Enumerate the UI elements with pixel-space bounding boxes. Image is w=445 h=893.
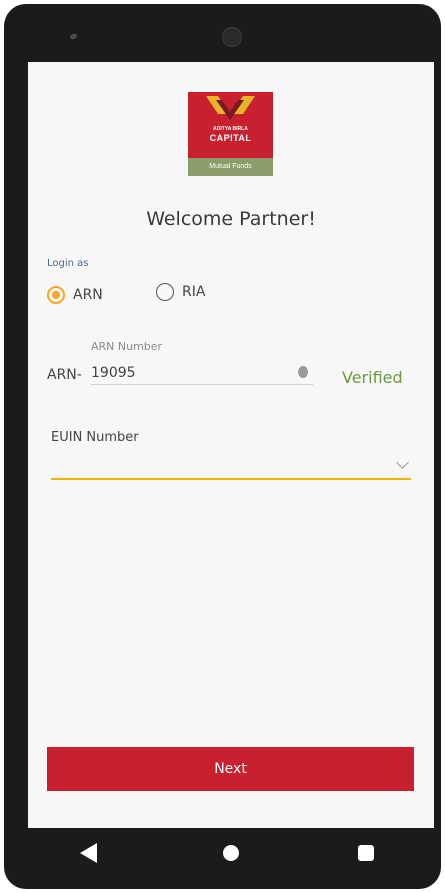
brand-logo: ADITYA BIRLA CAPITAL Mutual Funds [188,92,273,176]
arn-number-input[interactable] [91,362,313,385]
radio-ria-label: RIA [182,284,206,300]
page-title: Welcome Partner! [146,208,316,230]
radio-arn-label: ARN [73,287,103,303]
home-icon[interactable] [223,845,239,861]
radio-option-ria[interactable]: RIA [156,283,205,301]
logo-text-line2: CAPITAL [209,133,252,143]
login-as-label: Login as [47,258,89,269]
arn-field-label: ARN Number [91,340,163,353]
android-nav-bar [28,828,434,880]
verified-status: Verified [342,368,403,387]
recent-apps-icon[interactable] [358,845,374,861]
chevron-down-icon [396,456,409,469]
logo-sunburst-icon [206,96,255,120]
clear-icon[interactable] [298,366,308,378]
app-screen: ADITYA BIRLA CAPITAL Mutual Funds Welcom… [28,62,434,828]
radio-ria[interactable] [156,283,174,301]
radio-option-arn[interactable]: ARN [47,283,103,307]
euin-number-dropdown[interactable] [51,452,411,480]
next-button[interactable]: Next [47,747,414,791]
front-camera [222,27,242,47]
radio-arn[interactable] [47,286,65,304]
phone-frame: ADITYA BIRLA CAPITAL Mutual Funds Welcom… [4,4,441,889]
logo-subtitle: Mutual Funds [188,158,273,176]
speaker [69,32,78,41]
logo-mark: ADITYA BIRLA CAPITAL [188,92,273,158]
back-icon[interactable] [80,843,97,863]
arn-prefix: ARN- [47,367,82,383]
logo-text-line1: ADITYA BIRLA [213,126,248,132]
euin-field-label: EUIN Number [51,430,139,445]
